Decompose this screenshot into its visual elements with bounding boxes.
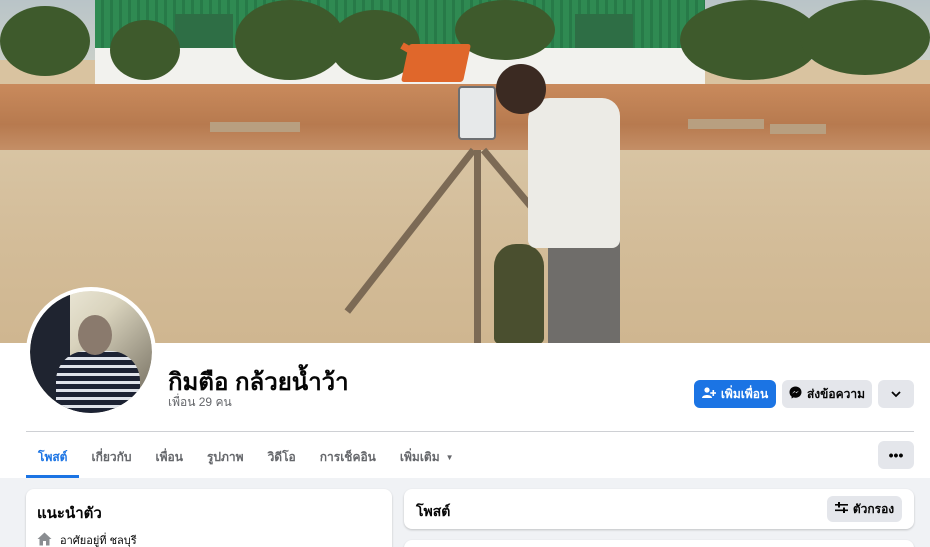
tab-checkins[interactable]: การเช็คอิน bbox=[308, 436, 388, 478]
filter-icon bbox=[834, 502, 848, 516]
profile-options-button[interactable]: ••• bbox=[878, 441, 914, 469]
chevron-down-icon bbox=[891, 387, 901, 401]
profile-avatar[interactable] bbox=[26, 287, 156, 417]
posts-header-card: โพสต์ ตัวกรอง bbox=[404, 489, 914, 529]
lives-in-text: อาศัยอยู่ที่ ชลบุรี bbox=[60, 535, 137, 547]
ellipsis-icon: ••• bbox=[888, 447, 904, 463]
theodolite bbox=[458, 86, 496, 140]
profile-tabs: โพสต์ เกี่ยวกับ เพื่อน รูปภาพ วิดีโอ การ… bbox=[26, 436, 466, 478]
surveyor bbox=[496, 64, 546, 114]
caret-down-icon: ▼ bbox=[445, 452, 454, 462]
tab-friends[interactable]: เพื่อน bbox=[144, 436, 195, 478]
post-card bbox=[404, 540, 914, 547]
excavator bbox=[400, 44, 472, 82]
lives-in-row: อาศัยอยู่ที่ ชลบุรี bbox=[37, 531, 137, 547]
header-divider bbox=[26, 431, 914, 432]
cover-photo[interactable] bbox=[0, 0, 930, 343]
message-button[interactable]: ส่งข้อความ bbox=[782, 380, 872, 408]
home-icon bbox=[37, 532, 52, 547]
tab-about[interactable]: เกี่ยวกับ bbox=[79, 436, 143, 478]
tab-more[interactable]: เพิ่มเติม ▼ bbox=[388, 436, 466, 478]
filter-button[interactable]: ตัวกรอง bbox=[827, 496, 902, 522]
intro-card: แนะนำตัว อาศัยอยู่ที่ ชลบุรี bbox=[26, 489, 392, 547]
messenger-icon bbox=[789, 386, 802, 402]
more-actions-button[interactable] bbox=[878, 380, 914, 408]
add-friend-button[interactable]: เพิ่มเพื่อน bbox=[694, 380, 776, 408]
tab-posts[interactable]: โพสต์ bbox=[26, 436, 80, 478]
add-friend-icon bbox=[701, 386, 717, 402]
posts-title: โพสต์ bbox=[416, 503, 451, 519]
message-label: ส่งข้อความ bbox=[806, 386, 865, 401]
add-friend-label: เพิ่มเพื่อน bbox=[720, 386, 769, 401]
tab-videos[interactable]: วิดีโอ bbox=[256, 436, 308, 478]
intro-title: แนะนำตัว bbox=[37, 505, 102, 522]
friends-count[interactable]: เพื่อน 29 คน bbox=[168, 393, 232, 412]
tab-photos[interactable]: รูปภาพ bbox=[195, 436, 256, 478]
filter-label: ตัวกรอง bbox=[852, 501, 895, 516]
